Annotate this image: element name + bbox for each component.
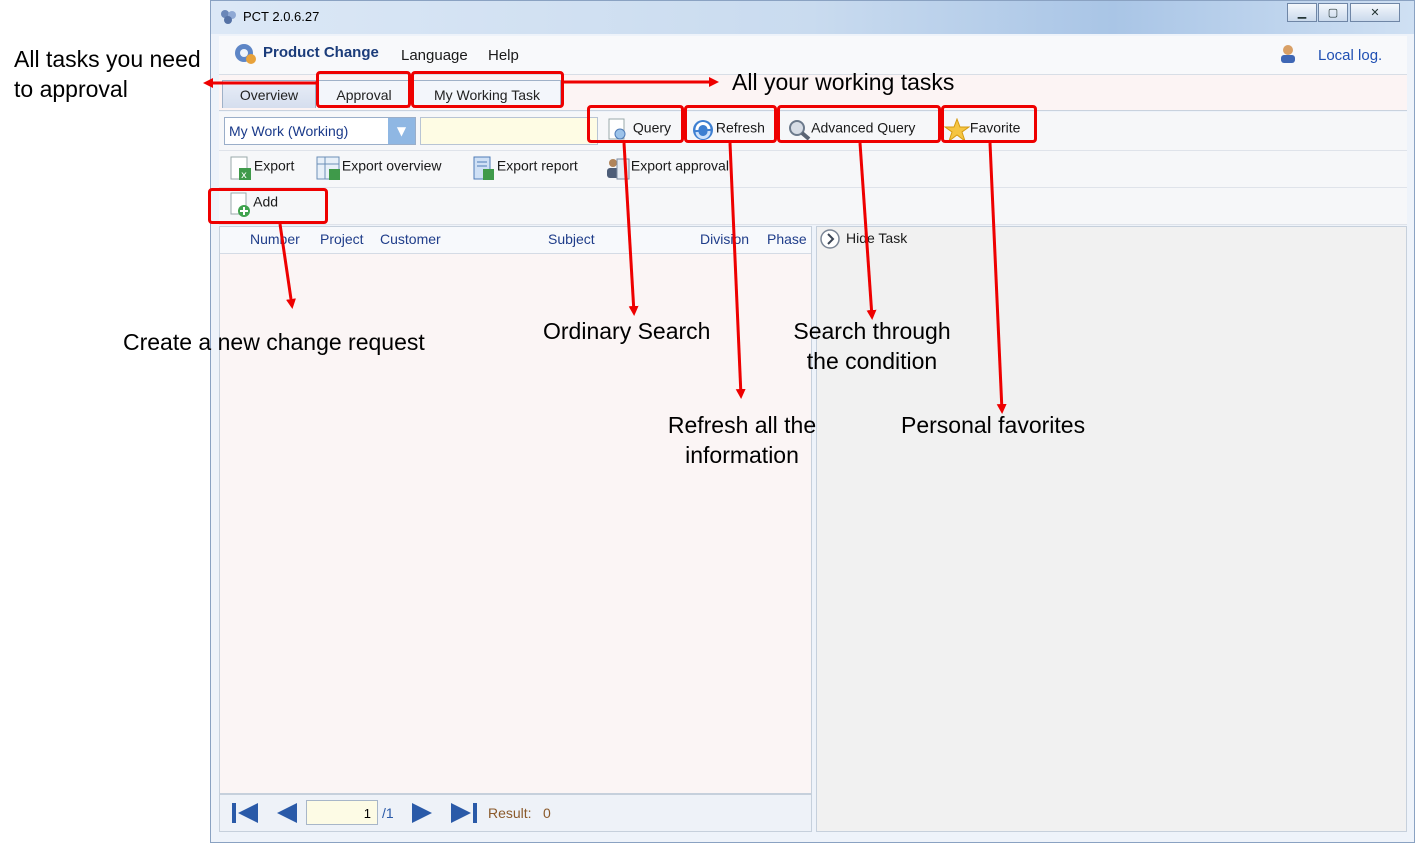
annotation-refresh-info: Refresh all the information	[667, 412, 817, 468]
annotation-create-request: Create a new change request	[123, 329, 425, 355]
annotation-working-tasks: All your working tasks	[732, 69, 955, 95]
annotation-search-condition: Search through the condition	[793, 318, 951, 374]
annotation-approval-tasks: All tasks you need to approval	[14, 46, 201, 102]
annotation-ordinary-search: Ordinary Search	[543, 318, 711, 344]
annotation-favorites: Personal favorites	[901, 412, 1086, 438]
